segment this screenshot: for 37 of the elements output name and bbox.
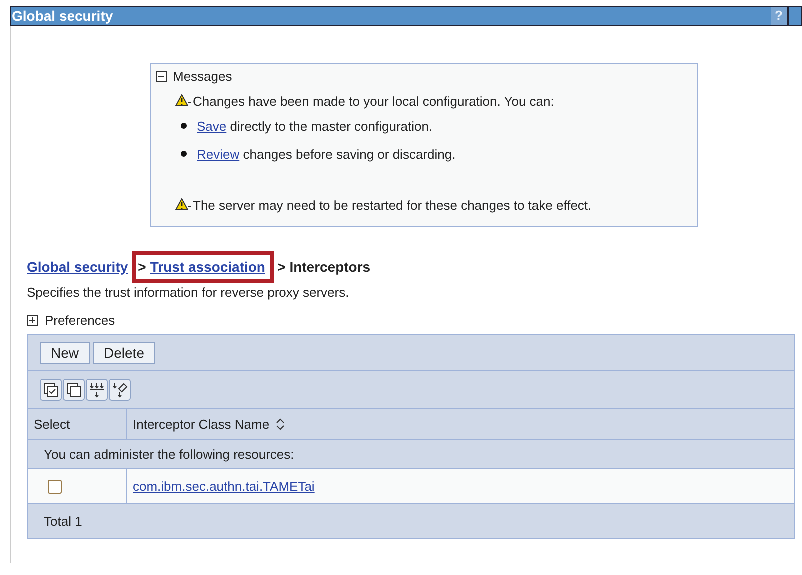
eraser-icon [112, 382, 128, 398]
warning-message: Changes have been made to your local configuration. You can: [193, 94, 554, 108]
message-text: Review changes before saving or discarding. [197, 146, 456, 162]
bullet-icon [181, 123, 187, 129]
stacked-pages-icon [66, 382, 82, 398]
expand-icon[interactable] [27, 315, 38, 326]
checkbox[interactable] [48, 480, 62, 494]
action-button[interactable]: Delete [93, 342, 156, 364]
message-link[interactable]: Review [197, 146, 240, 162]
bullet-icon [181, 151, 187, 157]
column-header[interactable]: Interceptor Class Name [133, 416, 270, 432]
table-total: Total 1 [28, 504, 794, 538]
breadcrumb-link[interactable]: Global security [27, 259, 128, 275]
action-button[interactable]: New [40, 342, 90, 364]
toolbar-button[interactable] [86, 378, 108, 400]
checked-pages-icon [43, 382, 59, 398]
class-name-link[interactable]: com.ibm.sec.authn.tai.TAMETai [133, 478, 315, 494]
breadcrumb-current: Interceptors [290, 259, 371, 275]
page-description: Specifies the trust information for reverse proxy servers. [27, 285, 350, 300]
warning-icon [175, 94, 192, 108]
preferences-heading[interactable]: Preferences [45, 313, 116, 328]
toolbar-button[interactable] [63, 378, 85, 400]
column-header: Select [28, 408, 126, 440]
warning-icon [175, 198, 192, 212]
collapse-icon[interactable] [156, 71, 167, 82]
toolbar-button[interactable] [109, 378, 131, 400]
toolbar-button[interactable] [40, 378, 62, 400]
breadcrumb-link[interactable]: Trust association [150, 259, 266, 275]
down-arrows-icon [89, 382, 105, 398]
breadcrumb-separator: > [278, 259, 286, 275]
messages-heading[interactable]: Messages [173, 69, 232, 84]
message-text: Save directly to the master configuration. [197, 118, 433, 134]
warning-message: The server may need to be restarted for these changes to take effect. [193, 198, 592, 212]
message-link[interactable]: Save [197, 118, 227, 134]
breadcrumb-separator: > [138, 259, 146, 275]
window-title: Global security [11, 8, 114, 24]
sort-icon[interactable] [276, 418, 285, 430]
